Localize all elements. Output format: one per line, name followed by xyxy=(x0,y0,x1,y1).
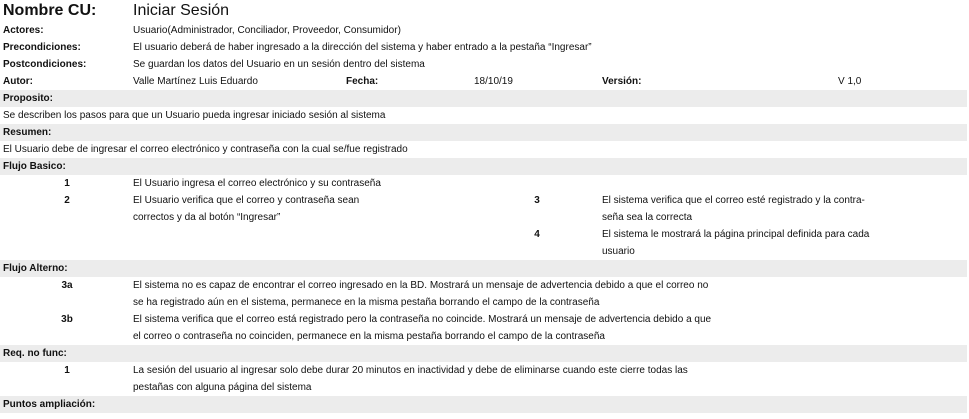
preconditions-label: Precondiciones: xyxy=(3,42,81,53)
date-value: 18/10/19 xyxy=(474,76,513,87)
basic-step-text: El sistema verifica que el correo esté r… xyxy=(602,195,865,206)
postconditions-label: Postcondiciones: xyxy=(3,59,87,70)
summary-text: El Usuario debe de ingresar el correo el… xyxy=(3,144,408,155)
basic-step-number: 4 xyxy=(534,229,540,240)
basic-step-text: seña sea la correcta xyxy=(602,212,693,223)
preconditions-value: El usuario deberá de haber ingresado a l… xyxy=(133,42,592,53)
name-label: Nombre CU: xyxy=(3,2,97,19)
purpose-row: Se describen los pasos para que un Usuar… xyxy=(0,107,967,124)
author-label: Autor: xyxy=(3,76,33,87)
basic-step-number: 1 xyxy=(64,178,70,189)
extension-header: Puntos ampliación: xyxy=(0,396,967,413)
basic-step-number: 2 xyxy=(64,195,70,206)
nonfunc-step-number: 1 xyxy=(64,365,70,376)
actors-value: Usuario(Administrador, Conciliador, Prov… xyxy=(133,25,401,36)
summary-label: Resumen: xyxy=(3,127,52,138)
nonfunc-step-text: La sesión del usuario al ingresar solo d… xyxy=(133,365,688,376)
alt-step-number: 3b xyxy=(61,314,73,325)
date-label: Fecha: xyxy=(346,76,379,87)
summary-row: El Usuario debe de ingresar el correo el… xyxy=(0,141,967,158)
alt-flow-label: Flujo Alterno: xyxy=(3,263,68,274)
preconditions-row: Precondiciones: El usuario deberá de hab… xyxy=(0,39,967,56)
postconditions-value: Se guardan los datos del Usuario en un s… xyxy=(133,59,425,70)
actors-label: Actores: xyxy=(3,25,44,36)
basic-step-text: correctos y da al botón “Ingresar” xyxy=(133,212,281,223)
basic-step-text: usuario xyxy=(602,246,635,257)
alt-step-text: el correo o contraseña no coinciden, per… xyxy=(133,331,605,342)
postconditions-row: Postcondiciones: Se guardan los datos de… xyxy=(0,56,967,73)
summary-header: Resumen: xyxy=(0,124,967,141)
alt-step-text: El sistema verifica que el correo está r… xyxy=(133,314,712,325)
use-case-sheet: Nombre CU: Iniciar Sesión Actores: Usuar… xyxy=(0,0,969,419)
actors-row: Actores: Usuario(Administrador, Concilia… xyxy=(0,22,967,39)
name-value: Iniciar Sesión xyxy=(133,2,230,19)
version-value: V 1,0 xyxy=(838,76,862,87)
author-value: Valle Martínez Luis Eduardo xyxy=(133,76,258,87)
nonfunc-header: Req. no func: xyxy=(0,345,967,362)
basic-flow-label: Flujo Basico: xyxy=(3,161,66,172)
meta-row: Autor: Valle Martínez Luis Eduardo Fecha… xyxy=(0,73,967,90)
purpose-header: Proposito: xyxy=(0,90,967,107)
basic-step-text: El Usuario ingresa el correo electrónico… xyxy=(133,178,381,189)
basic-flow-header: Flujo Basico: xyxy=(0,158,967,175)
purpose-text: Se describen los pasos para que un Usuar… xyxy=(3,110,386,121)
purpose-label: Proposito: xyxy=(3,93,53,104)
nonfunc-step-text: pestañas con alguna página del sistema xyxy=(133,382,312,393)
alt-step-text: se ha registrado aún en el sistema, perm… xyxy=(133,297,600,308)
basic-step-number: 3 xyxy=(534,195,540,206)
basic-step-text: El sistema le mostrará la página princip… xyxy=(602,229,870,240)
alt-step-text: El sistema no es capaz de encontrar el c… xyxy=(133,280,709,291)
nonfunc-label: Req. no func: xyxy=(3,348,67,359)
extension-label: Puntos ampliación: xyxy=(3,399,96,410)
alt-flow-header: Flujo Alterno: xyxy=(0,260,967,277)
alt-step-number: 3a xyxy=(61,280,73,291)
version-label: Versión: xyxy=(602,76,642,87)
basic-step-text: El Usuario verifica que el correo y cont… xyxy=(133,195,360,206)
header-row: Nombre CU: Iniciar Sesión xyxy=(0,0,967,22)
